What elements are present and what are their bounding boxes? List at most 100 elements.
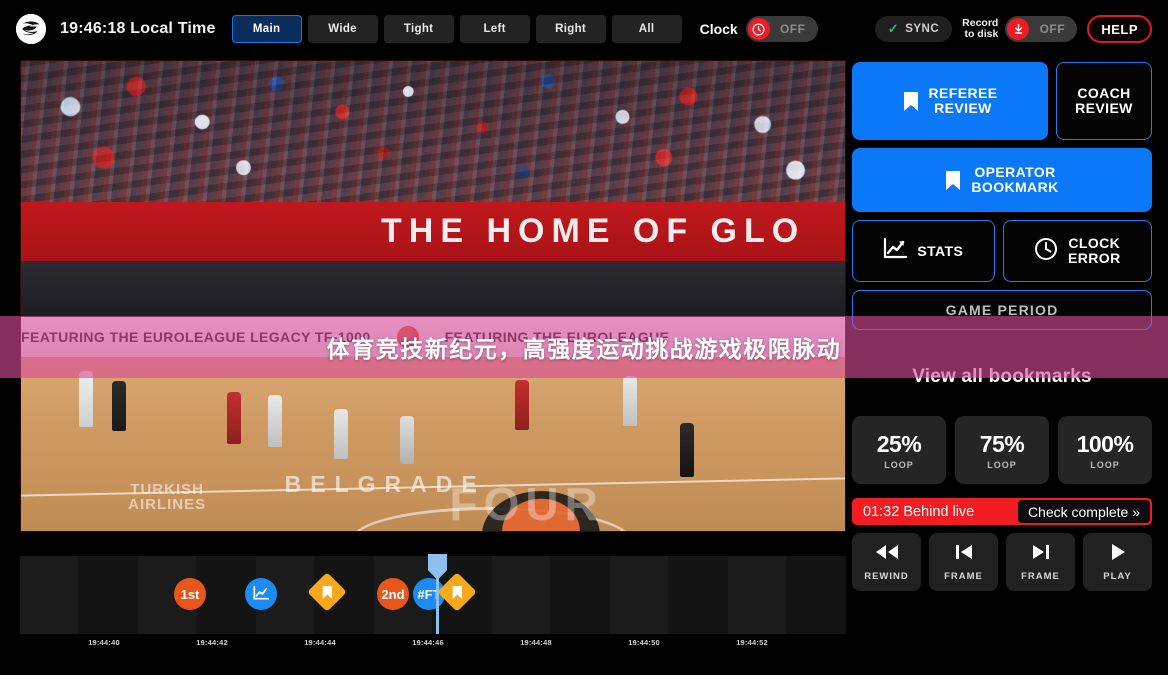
- review-buttons-row: REFEREE REVIEW COACH REVIEW: [852, 62, 1152, 140]
- loop-percent: 100%: [1076, 430, 1134, 457]
- record-to-disk-group: Record to disk OFF: [962, 16, 1078, 42]
- rewind-label: REWIND: [864, 570, 909, 582]
- player-figure: [400, 416, 415, 465]
- play-button[interactable]: PLAY: [1083, 533, 1152, 591]
- camera-tab-tight[interactable]: Tight: [383, 15, 454, 43]
- timeline-axis: 19:44:40 19:44:42 19:44:44 19:44:46 19:4…: [20, 634, 846, 658]
- bench-row: [21, 260, 845, 318]
- bookmark-icon: [452, 585, 463, 599]
- frame-back-icon: [954, 543, 974, 566]
- player-figure: [334, 409, 349, 460]
- player-figure: [111, 381, 126, 432]
- frame-back-button[interactable]: FRAME: [929, 533, 998, 591]
- timeline-marker-label: 2nd: [381, 586, 405, 602]
- check-complete-button[interactable]: Check complete »: [1017, 500, 1150, 523]
- timeline-marker-period-2[interactable]: 2nd: [377, 578, 409, 610]
- basketball-court: BELGRADE TURKISH AIRLINES FOUR: [21, 357, 845, 531]
- bookmark-icon: [322, 585, 333, 599]
- help-button[interactable]: HELP: [1087, 15, 1152, 43]
- arena-banner-text: THE HOME OF GLO: [381, 211, 806, 250]
- promo-overlay-text: 体育竞技新纪元，高强度运动挑战游戏极限脉动: [326, 337, 842, 363]
- camera-tabs: Main Wide Tight Left Right All: [231, 15, 682, 43]
- loop-button-75[interactable]: 75% LOOP: [955, 416, 1049, 484]
- euroleague-logo-icon: [16, 14, 46, 44]
- clock-icon: [1034, 237, 1058, 266]
- clock-error-label: CLOCK ERROR: [1068, 235, 1121, 266]
- record-to-disk-label: Record to disk: [962, 16, 999, 40]
- frame-forward-icon: [1031, 543, 1051, 566]
- transport-controls: REWIND FRAME FRAME PLAY: [852, 533, 1152, 591]
- loop-sublabel: LOOP: [884, 459, 914, 470]
- app-header: 19:46:18 Local Time Main Wide Tight Left…: [0, 0, 1168, 58]
- camera-tab-left[interactable]: Left: [459, 15, 530, 43]
- operator-bookmark-button[interactable]: OPERATOR BOOKMARK: [852, 148, 1152, 212]
- live-status-bar: 01:32 Behind live Check complete »: [852, 498, 1152, 525]
- loop-sublabel: LOOP: [987, 459, 1017, 470]
- behind-live-text: 01:32 Behind live: [863, 503, 975, 520]
- timeline-tick: 19:44:40: [88, 638, 120, 647]
- loop-button-25[interactable]: 25% LOOP: [852, 416, 946, 484]
- clock-toggle[interactable]: OFF: [745, 16, 818, 42]
- loop-percent: 75%: [979, 430, 1025, 457]
- player-figure: [268, 395, 283, 448]
- camera-tab-all[interactable]: All: [611, 15, 682, 43]
- timeline-tick: 19:44:44: [304, 638, 336, 647]
- clock-error-button[interactable]: CLOCK ERROR: [1002, 220, 1152, 282]
- timeline-marker-stats[interactable]: [245, 578, 277, 610]
- timeline-tick: 19:44:42: [196, 638, 228, 647]
- player-figure: [227, 391, 241, 444]
- header-right-group: ✓ SYNC Record to disk OFF HELP: [874, 15, 1152, 43]
- camera-tab-wide[interactable]: Wide: [307, 15, 378, 43]
- broadcast-review-app: 19:46:18 Local Time Main Wide Tight Left…: [0, 0, 1168, 675]
- frame-forward-button[interactable]: FRAME: [1006, 533, 1075, 591]
- player-figure: [515, 379, 530, 430]
- record-to-disk-toggle[interactable]: OFF: [1005, 16, 1078, 42]
- loop-buttons-row: 25% LOOP 75% LOOP 100% LOOP: [852, 416, 1152, 484]
- referee-review-label: REFEREE REVIEW: [928, 85, 998, 116]
- referee-review-button[interactable]: REFEREE REVIEW: [852, 62, 1048, 140]
- stats-clock-row: STATS CLOCK ERROR: [852, 220, 1152, 282]
- timeline-marker-label: 1st: [180, 586, 200, 602]
- stats-button[interactable]: STATS: [852, 220, 995, 282]
- court-sponsor-text: TURKISH AIRLINES: [128, 481, 207, 514]
- record-toggle-state: OFF: [1039, 22, 1066, 36]
- loop-button-100[interactable]: 100% LOOP: [1058, 416, 1152, 484]
- frame-forward-label: FRAME: [1021, 570, 1060, 582]
- player-figure: [78, 371, 93, 427]
- timeline-tick: 19:44:48: [520, 638, 552, 647]
- camera-tab-main[interactable]: Main: [231, 15, 302, 43]
- video-preview[interactable]: THE HOME OF GLO FEATURING THE EUROLEAGUE…: [20, 60, 846, 532]
- rewind-icon: [874, 543, 900, 566]
- timeline-playhead[interactable]: [428, 554, 447, 640]
- play-icon: [1109, 543, 1127, 566]
- local-time-display: 19:46:18 Local Time: [60, 20, 216, 37]
- loop-percent: 25%: [876, 430, 922, 457]
- coach-review-button[interactable]: COACH REVIEW: [1056, 62, 1152, 140]
- promo-overlay-banner: 体育竞技新纪元，高强度运动挑战游戏极限脉动: [0, 316, 1168, 378]
- operator-bookmark-label: OPERATOR BOOKMARK: [971, 164, 1059, 195]
- timeline[interactable]: 1st 2nd #FT 19:44:40 19:44:42 19:44:44 1…: [20, 554, 846, 658]
- camera-tab-right[interactable]: Right: [535, 15, 606, 43]
- bookmark-icon: [903, 91, 919, 112]
- stats-label: STATS: [917, 242, 964, 259]
- video-frame-content: THE HOME OF GLO FEATURING THE EUROLEAGUE…: [21, 61, 845, 531]
- bookmark-icon: [945, 170, 961, 191]
- sync-status[interactable]: ✓ SYNC: [874, 16, 953, 42]
- timeline-tick: 19:44:46: [412, 638, 444, 647]
- clock-toggle-group: Clock OFF: [700, 16, 818, 42]
- chart-line-icon: [883, 237, 908, 264]
- event-logo-text: FOUR: [449, 478, 604, 531]
- sync-label: SYNC: [905, 23, 940, 35]
- check-icon: ✓: [887, 21, 900, 36]
- loop-sublabel: LOOP: [1090, 459, 1120, 470]
- coach-review-label: COACH REVIEW: [1075, 85, 1133, 116]
- download-disk-icon: [1007, 18, 1030, 40]
- timeline-tick: 19:44:52: [736, 638, 768, 647]
- clock-toggle-state: OFF: [779, 22, 806, 36]
- rewind-button[interactable]: REWIND: [852, 533, 921, 591]
- clock-toggle-label: Clock: [699, 21, 738, 37]
- timeline-marker-period-1[interactable]: 1st: [174, 578, 206, 610]
- arena-banner: THE HOME OF GLO: [21, 202, 845, 261]
- timeline-tick: 19:44:50: [628, 638, 660, 647]
- clock-icon: [747, 18, 770, 40]
